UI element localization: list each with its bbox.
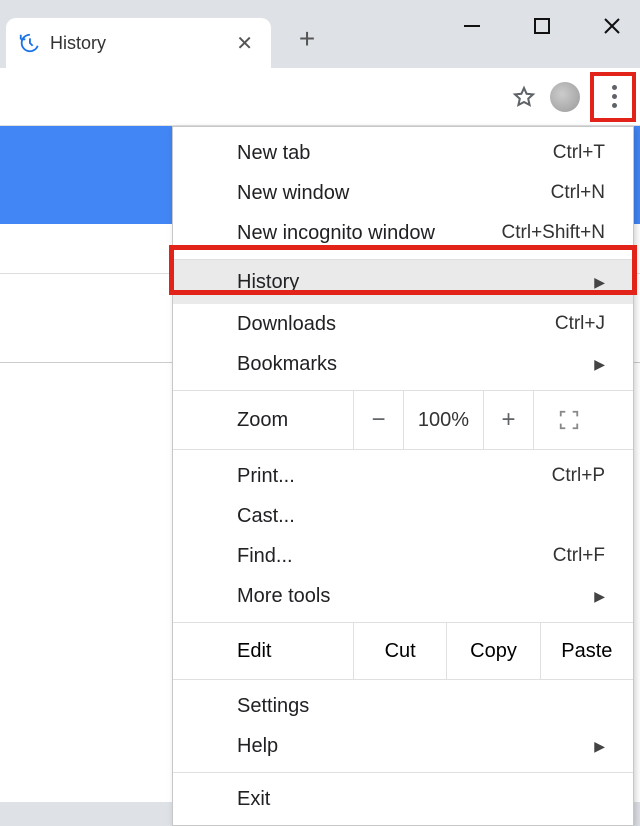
menu-exit[interactable]: Exit: [173, 779, 633, 819]
menu-label: Bookmarks: [237, 353, 337, 376]
zoom-in-button[interactable]: +: [483, 391, 533, 449]
menu-find[interactable]: Find... Ctrl+F: [173, 536, 633, 576]
menu-zoom-label: Zoom: [173, 409, 353, 432]
close-tab-button[interactable]: ✕: [230, 27, 259, 60]
menu-label: Cast...: [237, 505, 295, 528]
menu-incognito[interactable]: New incognito window Ctrl+Shift+N: [173, 213, 633, 253]
submenu-arrow-icon: ▶: [594, 738, 605, 755]
menu-new-window[interactable]: New window Ctrl+N: [173, 173, 633, 213]
menu-shortcut: Ctrl+J: [555, 313, 605, 335]
menu-label: New incognito window: [237, 222, 435, 245]
bookmark-star-icon[interactable]: [512, 85, 536, 109]
menu-new-tab[interactable]: New tab Ctrl+T: [173, 133, 633, 173]
fullscreen-button[interactable]: [533, 391, 603, 449]
browser-tab[interactable]: History ✕: [6, 18, 271, 68]
menu-cast[interactable]: Cast...: [173, 496, 633, 536]
menu-zoom-row: Zoom − 100% +: [173, 390, 633, 450]
close-window-button[interactable]: [592, 6, 632, 46]
toolbar: [0, 68, 640, 126]
menu-shortcut: Ctrl+N: [551, 182, 605, 204]
menu-label: Print...: [237, 465, 295, 488]
menu-label: Help: [237, 735, 278, 758]
menu-shortcut: Ctrl+F: [553, 545, 605, 567]
submenu-arrow-icon: ▶: [594, 356, 605, 373]
zoom-out-button[interactable]: −: [353, 391, 403, 449]
minimize-button[interactable]: [452, 6, 492, 46]
menu-settings[interactable]: Settings: [173, 686, 633, 726]
tab-strip: History ✕ +: [0, 0, 640, 68]
chrome-menu-button[interactable]: [594, 77, 634, 117]
menu-history[interactable]: History ▶: [173, 260, 633, 304]
menu-print[interactable]: Print... Ctrl+P: [173, 456, 633, 496]
edit-copy-button[interactable]: Copy: [446, 623, 539, 679]
submenu-arrow-icon: ▶: [594, 274, 605, 291]
tab-title: History: [50, 33, 220, 54]
history-icon: [18, 32, 40, 54]
submenu-arrow-icon: ▶: [594, 588, 605, 605]
menu-shortcut: Ctrl+P: [552, 465, 605, 487]
edit-cut-button[interactable]: Cut: [353, 623, 446, 679]
menu-label: History: [237, 271, 299, 294]
profile-avatar[interactable]: [550, 82, 580, 112]
menu-downloads[interactable]: Downloads Ctrl+J: [173, 304, 633, 344]
menu-label: Find...: [237, 545, 293, 568]
new-tab-button[interactable]: +: [289, 21, 325, 57]
menu-more-tools[interactable]: More tools ▶: [173, 576, 633, 616]
window-controls: [452, 6, 632, 46]
chrome-menu: New tab Ctrl+T New window Ctrl+N New inc…: [172, 126, 634, 826]
menu-edit-label: Edit: [173, 640, 353, 663]
menu-label: Exit: [237, 788, 270, 811]
menu-label: Settings: [237, 695, 309, 718]
menu-label: New tab: [237, 142, 310, 165]
menu-label: More tools: [237, 585, 330, 608]
edit-paste-button[interactable]: Paste: [540, 623, 633, 679]
menu-label: Downloads: [237, 313, 336, 336]
menu-label: New window: [237, 182, 349, 205]
maximize-button[interactable]: [522, 6, 562, 46]
zoom-value: 100%: [403, 391, 483, 449]
menu-shortcut: Ctrl+Shift+N: [502, 222, 605, 244]
menu-edit-row: Edit Cut Copy Paste: [173, 622, 633, 680]
menu-shortcut: Ctrl+T: [553, 142, 605, 164]
menu-bookmarks[interactable]: Bookmarks ▶: [173, 344, 633, 384]
menu-help[interactable]: Help ▶: [173, 726, 633, 766]
